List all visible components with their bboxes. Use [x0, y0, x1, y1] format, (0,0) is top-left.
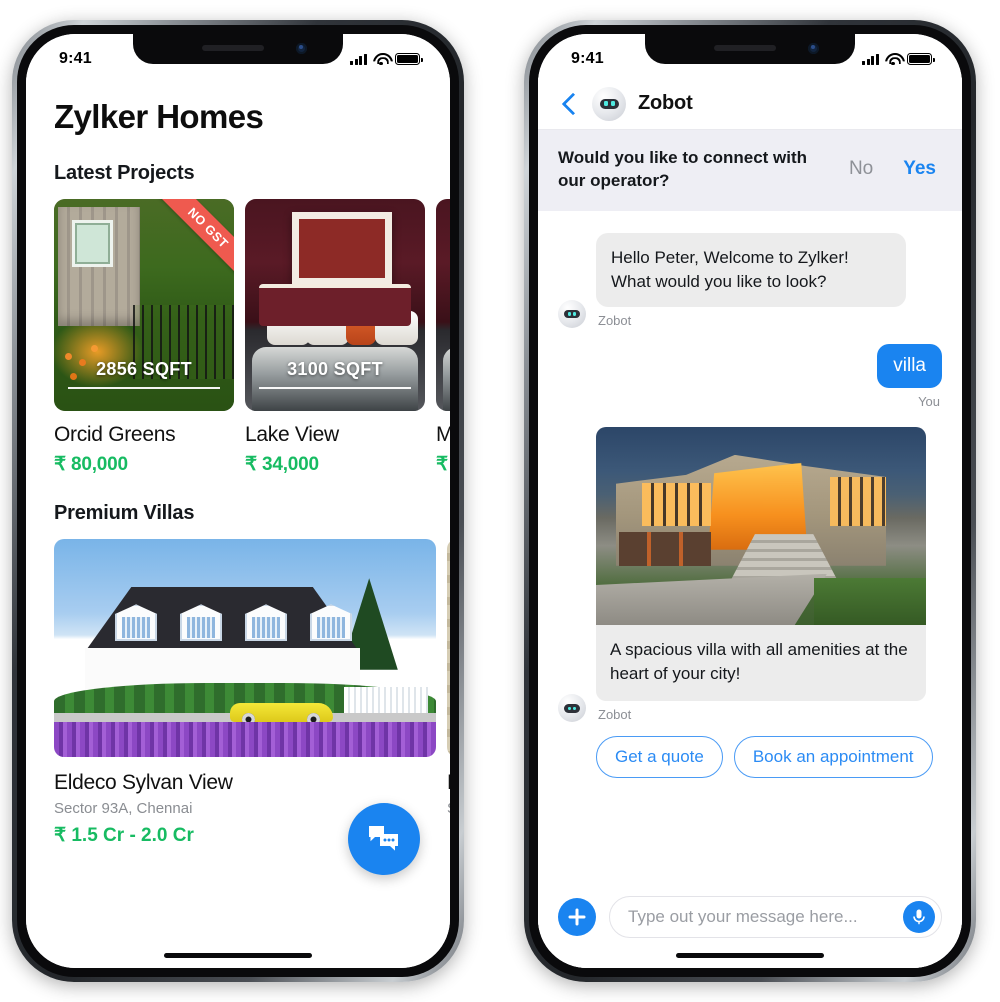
project-card-partial[interactable]: M ₹ [436, 199, 450, 476]
home-indicator [164, 953, 312, 958]
white-villa-yellow-car-photo [54, 539, 436, 757]
message-row-bot-greeting: Hello Peter, Welcome to Zylker! What wou… [558, 232, 942, 329]
cellular-signal-icon [862, 53, 879, 65]
cellular-signal-icon [350, 53, 367, 65]
villa-card-eldeco-sylvan-view[interactable]: Eldeco Sylvan View Sector 93A, Chennai ₹… [54, 539, 436, 847]
section-heading-latest-projects: Latest Projects [54, 162, 195, 184]
status-indicators [862, 53, 935, 66]
project-name: Orcid Greens [54, 423, 176, 446]
quick-reply-buttons: Get a quote Book an appointment [596, 736, 942, 779]
project-price: ₹ 80,000 [54, 454, 128, 475]
message-sender-label: Zobot [598, 707, 632, 723]
project-card-orcid-greens[interactable]: NO GST 2856 SQFT Orcid Greens ₹ 80,000 [54, 199, 234, 476]
right-phone-bezel: 9:41 Zobot Would you like to connect wit… [529, 25, 971, 977]
villa-thumbnail[interactable] [54, 539, 436, 757]
operator-prompt-question: Would you like to connect with our opera… [558, 148, 808, 191]
chat-fab[interactable] [348, 803, 420, 875]
chat-bubbles-icon [369, 826, 398, 851]
status-indicators [350, 53, 423, 66]
bubble-column: Hello Peter, Welcome to Zylker! What wou… [596, 232, 906, 329]
wifi-icon [885, 53, 901, 66]
zobot-chat-app: Zobot Would you like to connect with our… [538, 34, 962, 968]
project-name: Lake View [245, 423, 339, 446]
left-phone-device: 9:41 Zylker Homes Latest Projects NO GST… [12, 20, 464, 982]
villa-name: E [447, 771, 450, 795]
project-thumbnail[interactable]: 3100 SQFT [245, 199, 425, 411]
left-phone-bezel: 9:41 Zylker Homes Latest Projects NO GST… [17, 25, 459, 977]
message-input-wrapper[interactable] [609, 896, 942, 938]
bedroom-partial-photo [436, 199, 450, 411]
project-price: ₹ [436, 454, 448, 475]
message-row-user-villa: villa You [558, 344, 942, 409]
message-sender-label: You [918, 394, 940, 410]
section-heading-premium-villas: Premium Villas [54, 502, 195, 524]
bubble-column: villa You [877, 344, 942, 409]
right-phone-device: 9:41 Zobot Would you like to connect wit… [524, 20, 976, 982]
message-row-bot-villa-card: A spacious villa with all amenities at t… [558, 427, 942, 723]
project-name: M [436, 423, 450, 446]
bot-message-bubble: Hello Peter, Welcome to Zylker! What wou… [596, 232, 906, 308]
user-message-bubble: villa [877, 344, 942, 389]
villa-card-partial[interactable]: E S [447, 539, 450, 847]
modern-lit-villa-photo [596, 427, 926, 626]
plus-icon[interactable] [558, 898, 596, 936]
screenshot-stage: 9:41 Zylker Homes Latest Projects NO GST… [0, 0, 1000, 1002]
project-thumbnail[interactable]: NO GST 2856 SQFT [54, 199, 234, 411]
status-time: 9:41 [571, 50, 604, 67]
latest-projects-carousel[interactable]: NO GST 2856 SQFT Orcid Greens ₹ 80,000 3… [26, 199, 450, 476]
zylker-homes-app: Zylker Homes Latest Projects NO GST 2856… [26, 34, 450, 968]
villa-card-description: A spacious villa with all amenities at t… [610, 640, 908, 684]
wifi-icon [373, 53, 389, 66]
battery-icon [907, 53, 935, 65]
back-chevron-icon[interactable] [558, 93, 580, 115]
operator-prompt-actions: No Yes [849, 158, 942, 180]
project-thumbnail[interactable] [436, 199, 450, 411]
bot-rich-card[interactable]: A spacious villa with all amenities at t… [596, 427, 926, 702]
quick-reply-book-an-appointment[interactable]: Book an appointment [733, 736, 933, 779]
villa-name: Eldeco Sylvan View [54, 771, 233, 794]
chat-header: Zobot [538, 78, 962, 130]
chat-title: Zobot [638, 92, 693, 114]
status-bar: 9:41 [26, 34, 450, 76]
chat-message-list[interactable]: Hello Peter, Welcome to Zylker! What wou… [538, 211, 962, 884]
battery-icon [395, 53, 423, 65]
page-title: Zylker Homes [54, 98, 264, 135]
status-time: 9:41 [59, 50, 92, 67]
operator-accept-button[interactable]: Yes [903, 158, 936, 180]
villa-card-photo [596, 427, 926, 626]
status-bar: 9:41 [538, 34, 962, 76]
left-phone-screen: 9:41 Zylker Homes Latest Projects NO GST… [26, 34, 450, 968]
right-phone-screen: 9:41 Zobot Would you like to connect wit… [538, 34, 962, 968]
project-card-lake-view[interactable]: 3100 SQFT Lake View ₹ 34,000 [245, 199, 425, 476]
project-sqft-label: 2856 SQFT [68, 359, 220, 389]
operator-decline-button[interactable]: No [849, 158, 873, 180]
project-sqft-label: 3100 SQFT [259, 359, 411, 389]
mic-glyph [913, 909, 925, 925]
zobot-avatar-icon [558, 300, 586, 329]
microphone-icon[interactable] [903, 901, 935, 933]
quick-reply-get-a-quote[interactable]: Get a quote [596, 736, 723, 779]
message-input[interactable] [628, 907, 903, 927]
zobot-avatar-icon [558, 694, 586, 723]
zobot-avatar-icon [592, 86, 626, 121]
stone-wall-partial-photo [447, 539, 450, 757]
operator-connect-prompt: Would you like to connect with our opera… [538, 130, 962, 211]
message-sender-label: Zobot [598, 313, 632, 329]
villa-location: S [447, 800, 450, 817]
villa-thumbnail[interactable] [447, 539, 450, 757]
project-price: ₹ 34,000 [245, 454, 319, 475]
bubble-column: A spacious villa with all amenities at t… [596, 427, 926, 722]
premium-villas-carousel[interactable]: Eldeco Sylvan View Sector 93A, Chennai ₹… [26, 539, 450, 847]
home-indicator [676, 953, 824, 958]
